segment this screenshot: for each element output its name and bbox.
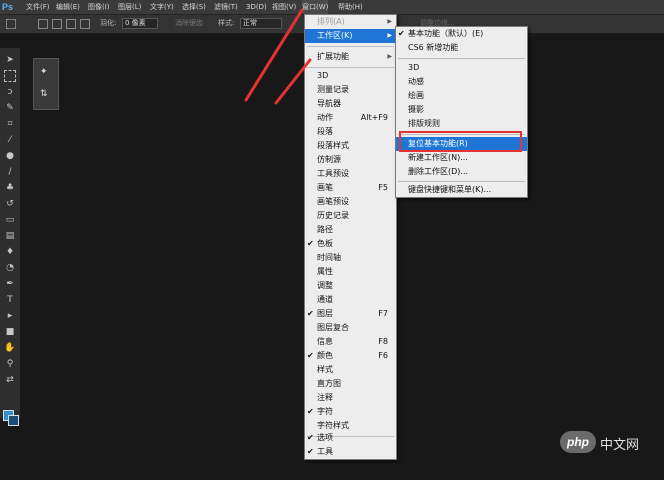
annotation-arrow-menu — [244, 8, 304, 102]
watermark-text: 中文网 — [600, 438, 640, 453]
annotation-arrow-workspace — [274, 58, 312, 105]
annotation-arrows — [244, 8, 312, 105]
watermark: php 中文网 — [560, 431, 660, 457]
php-logo: php — [560, 431, 596, 453]
